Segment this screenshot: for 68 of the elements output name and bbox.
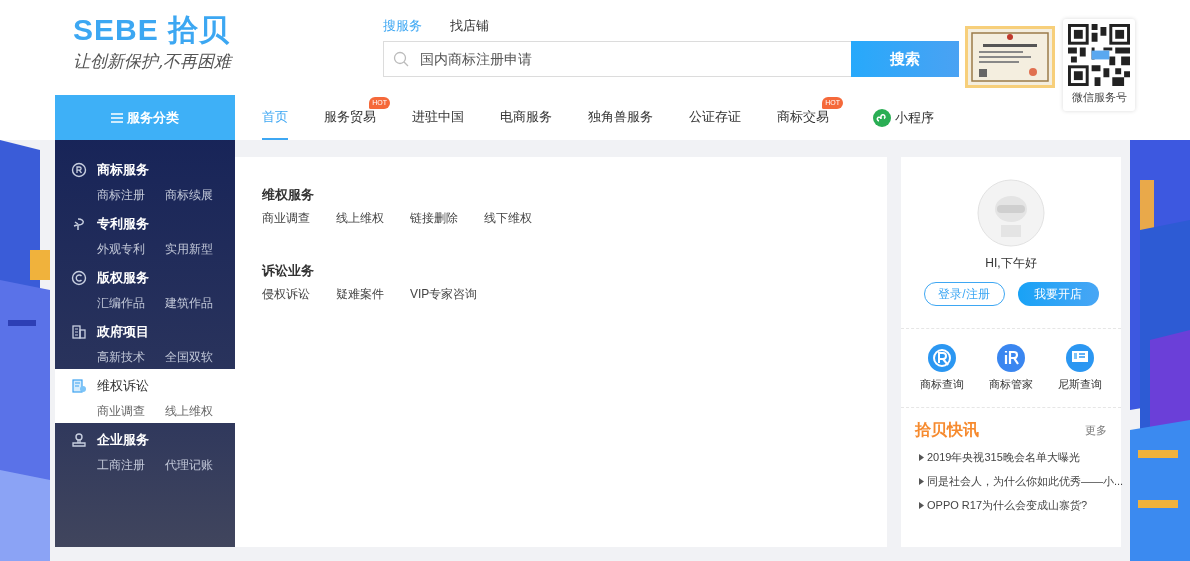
service-link[interactable]: 线上维权 [336, 210, 384, 227]
sidebar-title[interactable]: 政府项目 [97, 323, 149, 341]
service-link[interactable]: 线下维权 [484, 210, 532, 227]
service-link[interactable]: 疑难案件 [336, 286, 384, 303]
greeting: HI,下午好 [985, 255, 1037, 272]
sidebar-link[interactable]: 商标注册 [97, 187, 145, 207]
section-title: 维权服务 [262, 187, 314, 202]
news-title: 拾贝快讯 [915, 420, 979, 440]
sidebar-link[interactable]: 线上维权 [165, 403, 213, 423]
nav-tab[interactable]: 电商服务 [500, 95, 552, 140]
news-link[interactable]: 2019年央视315晚会名单大曝光 [927, 450, 1080, 465]
ir-icon [996, 343, 1026, 373]
sidebar-item[interactable]: 专利服务 外观专利 实用新型 [55, 207, 235, 261]
tool-button[interactable]: 商标查询 [919, 343, 964, 407]
sidebar-title[interactable]: 商标服务 [97, 161, 149, 179]
service-link[interactable]: 侵权诉讼 [262, 286, 310, 303]
mini-program-link[interactable]: 小程序 [873, 95, 934, 140]
nav-tab[interactable]: 公证存证 [689, 95, 741, 140]
news-link[interactable]: 同是社会人，为什么你如此优秀——小... [927, 474, 1124, 489]
sidebar-link[interactable]: 建筑作品 [165, 295, 213, 315]
menu-icon [111, 112, 123, 123]
service-link[interactable]: 链接删除 [410, 210, 458, 227]
copyright-icon [71, 270, 87, 286]
sidebar-link[interactable]: 实用新型 [165, 241, 213, 261]
more-link[interactable]: 更多 [1085, 423, 1107, 438]
news-link[interactable]: OPPO R17为什么会变成山寨货? [927, 498, 1088, 513]
search-field[interactable]: 国内商标注册申请 [383, 41, 851, 77]
tool-button[interactable]: 尼斯查询 [1058, 343, 1103, 407]
sidebar-item[interactable]: 维权诉讼 商业调查 线上维权 [55, 369, 235, 423]
mini-program-icon [873, 108, 891, 127]
patent-icon [71, 216, 87, 232]
sidebar-title[interactable]: 企业服务 [97, 431, 149, 449]
sidebar-link[interactable]: 商业调查 [97, 403, 145, 423]
sidebar-link[interactable]: 全国双软 [165, 349, 213, 369]
sidebar-item[interactable]: 版权服务 汇编作品 建筑作品 [55, 261, 235, 315]
tool-button[interactable]: 商标管家 [989, 343, 1033, 407]
building-icon [71, 324, 87, 340]
bullet-icon [919, 502, 924, 509]
service-link[interactable]: VIP专家咨询 [410, 286, 478, 303]
sidebar-link[interactable]: 汇编作品 [97, 295, 145, 315]
sidebar-title[interactable]: 版权服务 [97, 269, 149, 287]
sidebar-link[interactable]: 外观专利 [97, 241, 145, 261]
document-icon [71, 378, 87, 394]
sidebar-item[interactable]: 企业服务 工商注册 代理记账 [55, 423, 235, 477]
monitor-icon [1065, 343, 1096, 373]
qr-caption: 微信服务号 [1071, 90, 1127, 105]
search-tab[interactable]: 找店铺 [450, 17, 489, 35]
stamp-icon [71, 432, 87, 448]
sidebar-item[interactable]: 政府项目 高新技术 全国双软 [55, 315, 235, 369]
sidebar-link[interactable]: 工商注册 [97, 457, 145, 477]
bullet-icon [919, 478, 924, 485]
avatar-icon [977, 179, 1045, 247]
search-icon [393, 51, 409, 67]
sidebar-link[interactable]: 代理记账 [165, 457, 213, 477]
sidebar-title[interactable]: 专利服务 [97, 215, 149, 233]
registered-icon [71, 162, 87, 178]
qr-code-drawing [1068, 24, 1130, 86]
bullet-icon [919, 454, 924, 461]
nav-tab[interactable]: 进驻中国 [412, 95, 464, 140]
sidebar-link[interactable]: 商标续展 [165, 187, 213, 207]
nav-tab[interactable]: 独角兽服务 [588, 95, 653, 140]
slogan: 让创新保护,不再困难 [73, 50, 232, 73]
sidebar-title[interactable]: 维权诉讼 [97, 377, 149, 395]
section-title: 诉讼业务 [262, 263, 314, 278]
service-link[interactable]: 商业调查 [262, 210, 310, 227]
sidebar-item[interactable]: 商标服务 商标注册 商标续展 [55, 153, 235, 207]
sidebar-link[interactable]: 高新技术 [97, 349, 145, 369]
r-circle-icon [926, 343, 957, 373]
